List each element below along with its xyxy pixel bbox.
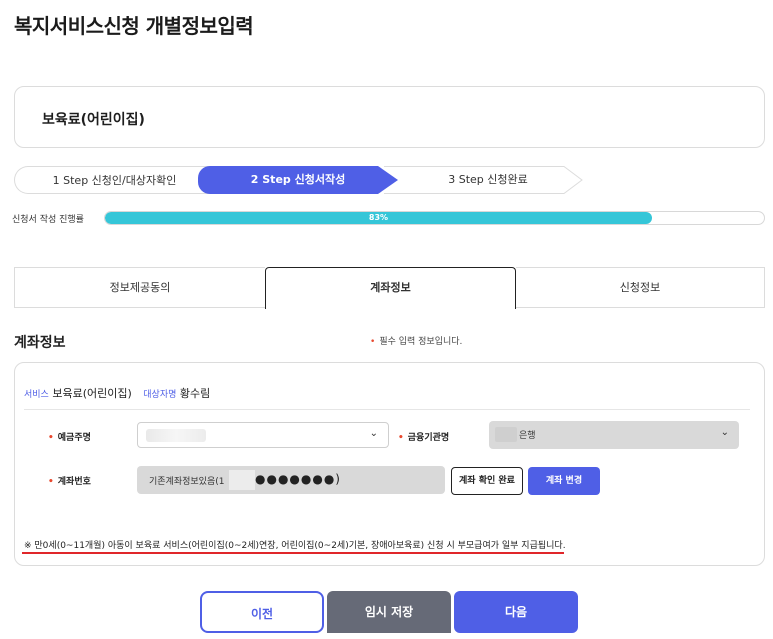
account-number-text: 기존계좌정보있음(1: [149, 477, 225, 487]
bank-select[interactable]: 은행 ⌄: [489, 421, 739, 449]
target-label: 대상자명: [143, 390, 177, 400]
depositor-label: • 예금주명: [48, 433, 91, 443]
account-change-button[interactable]: 계좌 변경: [528, 467, 600, 495]
target-value: 황수림: [179, 387, 211, 400]
tab-account-info[interactable]: 계좌정보: [265, 267, 516, 309]
step-1: 1 Step 신청인/대상자확인: [14, 166, 214, 194]
section-title: 계좌정보: [14, 335, 66, 351]
service-label: 서비스: [24, 390, 49, 400]
service-name: 보육료(어린이집): [42, 112, 145, 128]
required-mark: •: [370, 337, 376, 347]
tab-consent[interactable]: 정보제공동의: [14, 267, 265, 308]
bank-value: 은행: [519, 431, 536, 441]
bank-label: • 금융기관명: [398, 433, 450, 443]
save-draft-button[interactable]: 임시 저장: [327, 591, 451, 633]
required-note-text: 필수 입력 정보입니다.: [379, 337, 463, 347]
next-button[interactable]: 다음: [454, 591, 578, 633]
tab-bar: 정보제공동의 계좌정보 신청정보: [14, 267, 765, 309]
tab-application-info[interactable]: 신청정보: [516, 267, 765, 308]
step-2-active: 2 Step 신청서작성: [198, 166, 398, 194]
notice-text: ※ 만0세(0~11개월) 아동이 보육료 서비스(어린이집(0~2세)연장, …: [24, 541, 566, 551]
service-summary: 서비스 보육료(어린이집) 대상자명 황수림: [24, 385, 218, 401]
account-number-label: • 계좌번호: [48, 477, 91, 487]
chevron-down-icon: ⌄: [369, 428, 378, 439]
account-number-masked: ●●●●●●●): [255, 472, 341, 486]
progress-fill: 83%: [105, 212, 652, 224]
progress-label: 신청서 작성 진행률: [12, 215, 84, 225]
depositor-value-redacted: [146, 429, 206, 442]
depositor-select[interactable]: ⌄: [137, 422, 389, 448]
service-card: 보육료(어린이집): [14, 86, 765, 148]
bank-value-redacted: [495, 427, 517, 442]
prev-button[interactable]: 이전: [200, 591, 324, 633]
required-note: • 필수 입력 정보입니다.: [370, 334, 462, 347]
step-3: 3 Step 신청완료: [448, 173, 528, 186]
account-confirm-button[interactable]: 계좌 확인 완료: [451, 467, 523, 495]
required-mark: •: [398, 433, 404, 443]
divider: [24, 409, 750, 410]
notice-underline: [22, 552, 564, 554]
progress-value: 83%: [368, 213, 389, 222]
service-value: 보육료(어린이집): [52, 387, 132, 400]
required-mark: •: [48, 477, 54, 487]
page-title: 복지서비스신청 개별정보입력: [14, 14, 254, 38]
account-number-field: 기존계좌정보있음(1 ●●●●●●●): [137, 466, 445, 494]
step-indicator: 1 Step 신청인/대상자확인 3 Step 신청완료 2 Step 신청서작…: [14, 166, 584, 194]
required-mark: •: [48, 433, 54, 443]
progress-bar: 83%: [104, 211, 765, 225]
account-number-redacted: [229, 470, 255, 490]
chevron-down-icon: ⌄: [720, 427, 729, 438]
